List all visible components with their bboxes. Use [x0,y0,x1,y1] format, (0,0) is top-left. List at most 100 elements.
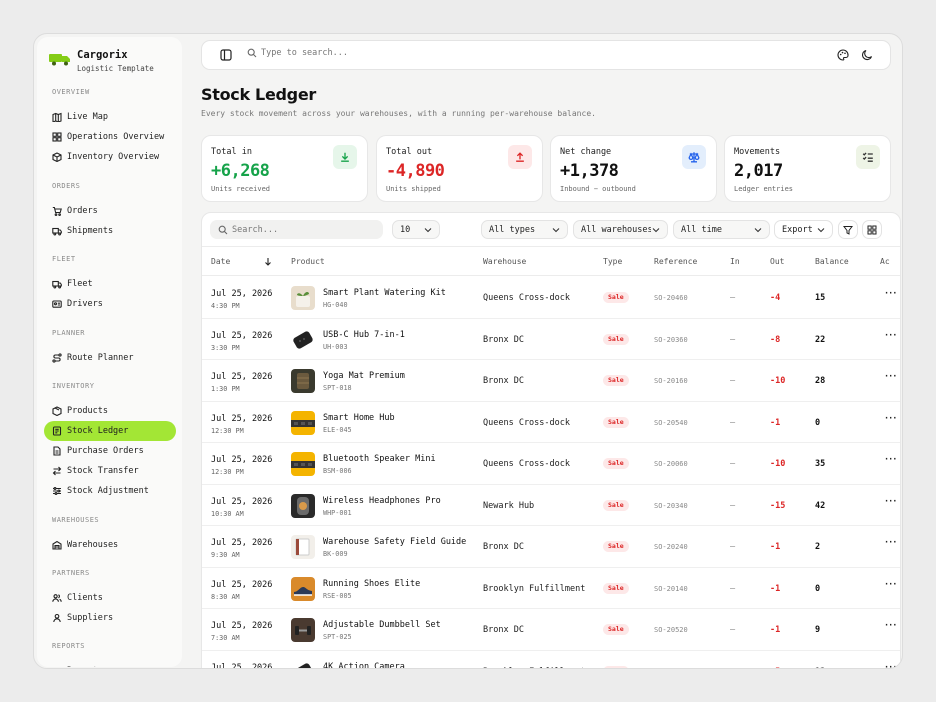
brand[interactable]: Cargorix Logistic Template [49,49,154,73]
box-icon [52,152,62,162]
product-name[interactable]: Running Shoes Elite [323,579,420,589]
sliders-icon [52,486,62,496]
table-search-input[interactable]: Search... [232,225,278,235]
sidebar-item-fleet[interactable]: Fleet [44,274,176,294]
row-actions-icon[interactable]: ··· [884,580,897,590]
row-reference[interactable]: SO-20540 [654,419,688,427]
product-name[interactable]: Bluetooth Speaker Mini [323,454,436,464]
sidebar-item-inventory-overview[interactable]: Inventory Overview [44,147,176,167]
stat-card-total-out: Total out -4,890 Units shipped [376,135,543,202]
table-row[interactable]: Jul 25, 2026 12:30 PM Bluetooth Speaker Mi… [202,443,900,485]
global-search-input[interactable]: Type to search... [261,48,348,58]
stat-label: Total in [211,147,252,157]
table-row[interactable]: Jul 25, 2026 7:30 AM Adjustable Dumbbell S… [202,609,900,651]
sidebar-item-warehouses[interactable]: Warehouses [44,535,176,555]
stat-label: Total out [386,147,433,157]
column-header-out[interactable]: Out [770,257,784,266]
sidebar-item-stock-ledger[interactable]: Stock Ledger [44,421,176,441]
table-row[interactable]: Jul 25, 2026 8:30 AM Running Shoes Elite RS… [202,568,900,609]
row-in: — [730,542,736,552]
export-button[interactable]: Export [774,220,833,239]
table-row[interactable]: Jul 25, 2026 10:30 AM Wireless Headphones … [202,485,900,526]
sidebar-item-route-planner[interactable]: Route Planner [44,348,176,368]
product-name[interactable]: Smart Home Hub [323,413,395,423]
theme-toggle-icon[interactable] [861,49,873,61]
row-time: 7:30 AM [211,634,240,642]
row-reference[interactable]: SO-20060 [654,460,688,468]
stat-card-total-in: Total in +6,268 Units received [201,135,368,202]
product-name[interactable]: USB-C Hub 7-in-1 [323,330,405,340]
table-row[interactable]: Jul 25, 2026 3:30 PM USB-C Hub 7-in-1 UH-00… [202,319,900,360]
palette-icon[interactable] [837,49,849,61]
row-time: 12:30 PM [211,426,244,435]
column-header-warehouse[interactable]: Warehouse [483,257,526,266]
row-reference[interactable]: SO-20160 [654,377,688,385]
column-header-date[interactable]: Date [211,257,230,266]
row-actions-icon[interactable]: ··· [884,621,897,631]
row-actions-icon[interactable]: ··· [884,414,897,424]
table-search[interactable]: Search... [210,220,383,239]
sidebar-item-label: Shipments [67,226,114,236]
row-out: -4 [770,293,781,303]
sidebar-item-stock-adjustment[interactable]: Stock Adjustment [44,481,176,501]
filter-button[interactable] [838,220,858,239]
product-name[interactable]: 4K Action Camera [323,662,405,669]
sidebar-item-products[interactable]: Products [44,401,176,421]
nav-section-warehouses: WAREHOUSES Warehouses [37,516,182,555]
checklist-icon [856,145,880,169]
sidebar-item-stock-transfer[interactable]: Stock Transfer [44,461,176,481]
time-filter-select[interactable]: All time [673,220,770,239]
row-reference[interactable]: SO-20340 [654,502,688,510]
column-header-product[interactable]: Product [291,257,325,266]
product-name[interactable]: Adjustable Dumbbell Set [323,620,441,630]
row-out: -1 [770,625,781,635]
global-search[interactable]: Type to search... [247,48,348,58]
row-actions-icon[interactable]: ··· [884,289,897,299]
type-filter-select[interactable]: All types [481,220,568,239]
product-name[interactable]: Warehouse Safety Field Guide [323,537,466,547]
row-reference[interactable]: SO-20360 [654,336,688,344]
column-header-reference[interactable]: Reference [654,257,697,266]
stat-caption: Inbound − outbound [560,185,636,193]
row-actions-icon[interactable]: ··· [884,331,897,341]
table-row[interactable]: Jul 25, 2026 9:30 AM Warehouse Safety Fiel… [202,526,900,568]
page-size-select[interactable]: 10 [392,220,440,239]
table-row[interactable]: Jul 25, 2026 1:30 PM Yoga Mat Premium SPT-0… [202,360,900,402]
product-name[interactable]: Smart Plant Watering Kit [323,288,446,298]
row-reference[interactable]: SO-20520 [654,626,688,634]
sidebar-toggle-icon[interactable] [220,49,232,61]
sort-down-icon[interactable] [264,257,272,266]
warehouse-filter-select[interactable]: All warehouses [573,220,668,239]
row-actions-icon[interactable]: ··· [884,663,897,669]
sidebar-item-orders[interactable]: Orders [44,201,176,221]
product-sku: SPT-025 [323,633,352,641]
row-actions-icon[interactable]: ··· [884,455,897,465]
columns-button[interactable] [862,220,882,239]
sidebar-item-clients[interactable]: Clients [44,588,176,608]
table-row[interactable]: Jul 25, 2026 4:30 PM Smart Plant Watering … [202,277,900,319]
table-row[interactable]: Jul 25, 2026 12:30 PM Smart Home Hub ELE-04… [202,402,900,443]
sidebar-item-label: Stock Adjustment [67,486,149,496]
row-actions-icon[interactable]: ··· [884,538,897,548]
product-name[interactable]: Wireless Headphones Pro [323,496,441,506]
table-row[interactable]: Jul 25, 2026 4K Action Camera Brooklyn Ful… [202,651,900,669]
row-reference[interactable]: SO-20140 [654,585,688,593]
column-header-in[interactable]: In [730,257,740,266]
column-header-balance[interactable]: Balance [815,257,849,266]
column-header-type[interactable]: Type [603,257,622,266]
product-name[interactable]: Yoga Mat Premium [323,371,405,381]
row-reference[interactable]: SO-20460 [654,294,688,302]
sidebar-item-purchase-orders[interactable]: Purchase Orders [44,441,176,461]
row-actions-icon[interactable]: ··· [884,497,897,507]
row-reference[interactable]: SO-20240 [654,543,688,551]
row-actions-icon[interactable]: ··· [884,372,897,382]
sidebar-item-drivers[interactable]: Drivers [44,294,176,314]
sidebar-item-live-map[interactable]: Live Map [44,107,176,127]
row-warehouse: Newark Hub [483,500,535,511]
row-reference[interactable]: SO-20040 [654,668,688,669]
sidebar-item-shipments[interactable]: Shipments [44,221,176,241]
sidebar-item-operations-overview[interactable]: Operations Overview [44,127,176,147]
sidebar-item-reports[interactable]: Reports [44,661,176,667]
sidebar-item-suppliers[interactable]: Suppliers [44,608,176,628]
id-card-icon [52,299,62,309]
